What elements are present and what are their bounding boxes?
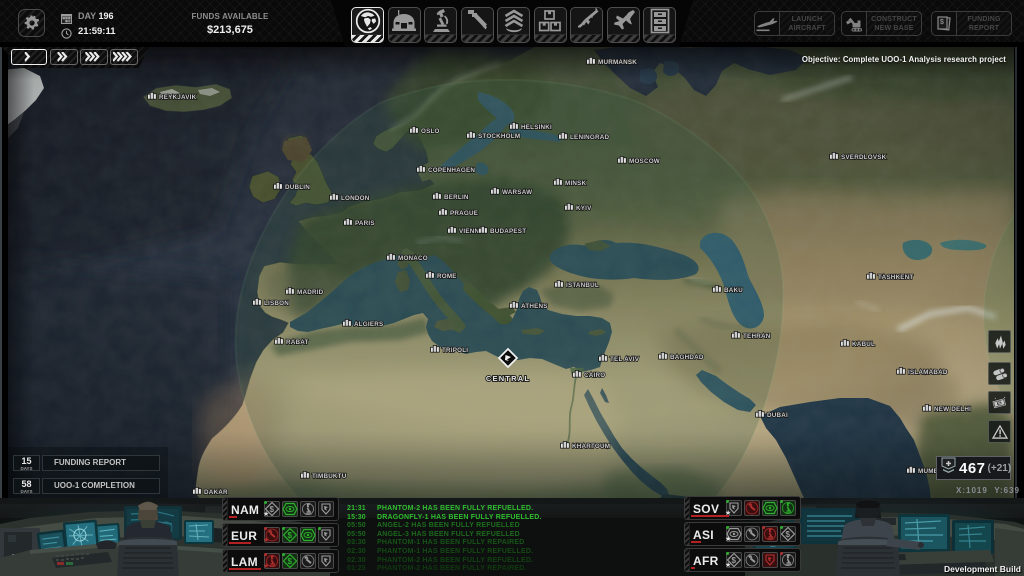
- svg-text:NEW DELHI: NEW DELHI: [934, 406, 971, 413]
- svg-text:COPENHAGEN: COPENHAGEN: [428, 167, 475, 174]
- svg-text:BAGHDAD: BAGHDAD: [670, 354, 704, 361]
- svg-text:$: $: [288, 557, 293, 566]
- svg-text:LISBON: LISBON: [264, 300, 289, 307]
- svg-text:BUDAPEST: BUDAPEST: [490, 228, 526, 235]
- svg-text:ROME: ROME: [437, 273, 457, 280]
- svg-text:MINSK: MINSK: [565, 180, 587, 187]
- svg-text:PARIS: PARIS: [355, 220, 375, 227]
- svg-text:SVERDLOVSK: SVERDLOVSK: [841, 154, 887, 161]
- svg-text:LENINGRAD: LENINGRAD: [570, 134, 609, 141]
- svg-text:MONACO: MONACO: [398, 255, 428, 262]
- svg-text:TEHRAN: TEHRAN: [743, 333, 771, 340]
- svg-text:HELSINKI: HELSINKI: [521, 124, 552, 131]
- svg-text:DUBAI: DUBAI: [767, 412, 788, 419]
- svg-text:CAIRO: CAIRO: [584, 372, 605, 379]
- svg-text:RABAT: RABAT: [286, 339, 309, 346]
- svg-text:MOSCOW: MOSCOW: [629, 158, 660, 165]
- svg-text:DAKAR: DAKAR: [204, 489, 228, 496]
- svg-text:$: $: [270, 505, 275, 514]
- svg-text:CENTRAL: CENTRAL: [486, 374, 530, 383]
- svg-text:TASHKENT: TASHKENT: [878, 274, 913, 281]
- svg-text:DUBLIN: DUBLIN: [285, 184, 310, 191]
- svg-text:PRAGUE: PRAGUE: [450, 210, 478, 217]
- svg-text:KABUL: KABUL: [852, 341, 875, 348]
- svg-text:TRIPOLI: TRIPOLI: [442, 347, 468, 354]
- svg-text:$: $: [786, 530, 791, 539]
- svg-text:WARSAW: WARSAW: [502, 189, 532, 196]
- svg-text:STOCKHOLM: STOCKHOLM: [478, 133, 520, 140]
- svg-text:REYKJAVIK: REYKJAVIK: [159, 94, 197, 101]
- svg-text:BAKU: BAKU: [724, 287, 743, 294]
- svg-text:MURMANSK: MURMANSK: [598, 59, 637, 66]
- svg-text:TEL AVIV: TEL AVIV: [610, 356, 640, 363]
- svg-text:KYIV: KYIV: [576, 205, 592, 212]
- svg-text:$: $: [288, 531, 293, 540]
- svg-text:KHARTOUM: KHARTOUM: [572, 443, 610, 450]
- svg-text:$: $: [940, 19, 944, 26]
- svg-text:LONDON: LONDON: [341, 195, 370, 202]
- svg-text:ATHENS: ATHENS: [521, 303, 548, 310]
- svg-text:ISLAMABAD: ISLAMABAD: [908, 369, 948, 376]
- svg-text:$: $: [732, 556, 737, 565]
- svg-text:MADRID: MADRID: [297, 289, 324, 296]
- svg-text:ALGIERS: ALGIERS: [354, 321, 383, 328]
- svg-text:BERLIN: BERLIN: [444, 194, 469, 201]
- svg-text:ISTANBUL: ISTANBUL: [566, 282, 599, 289]
- svg-text:TIMBUKTU: TIMBUKTU: [312, 473, 347, 480]
- svg-text:OSLO: OSLO: [421, 128, 440, 135]
